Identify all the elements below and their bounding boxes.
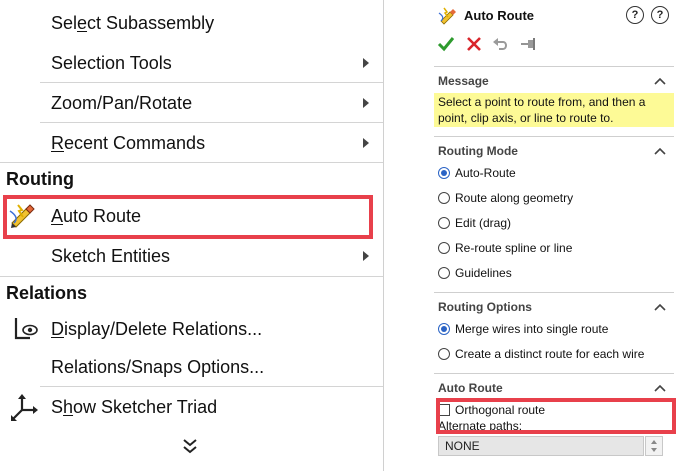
radio-dot[interactable] [438, 167, 450, 179]
radio-label: Edit (drag) [455, 216, 512, 230]
radio-label: Merge wires into single route [455, 322, 609, 336]
group-auto-route [434, 373, 674, 374]
radio-label: Auto-Route [455, 166, 516, 180]
menu-item-select-subassembly[interactable]: Select Subassembly [0, 4, 383, 42]
menu-item-zoom-pan-rotate[interactable]: Zoom/Pan/Rotate [0, 84, 383, 122]
auto-route-icon [9, 204, 35, 228]
section-header-relations: Relations [6, 283, 88, 303]
menu-item-label: Auto Route [51, 206, 142, 226]
cancel-x-icon[interactable] [466, 36, 482, 52]
property-manager-title: Auto Route [464, 8, 535, 23]
separator [40, 386, 383, 387]
radio-dot[interactable] [438, 217, 450, 229]
submenu-arrow-icon [363, 58, 369, 68]
menu-item-display-delete-relations[interactable]: Display/Delete Relations... [0, 310, 383, 348]
separator [0, 162, 383, 163]
group-routing-mode [434, 136, 674, 137]
radio-dot[interactable] [438, 267, 450, 279]
separator [0, 276, 383, 277]
group-message [434, 66, 674, 67]
group-routing-options [434, 292, 674, 293]
pushpin-icon[interactable] [520, 37, 538, 51]
radio-dot[interactable] [438, 323, 450, 335]
menu-item-label: Select Subassembly [51, 13, 215, 33]
alternate-paths-field[interactable]: NONE [438, 436, 644, 456]
group-title-message: Message [438, 74, 489, 88]
auto-route-icon [438, 7, 456, 25]
group-title-auto-route: Auto Route [438, 381, 503, 395]
group-title-routing-options: Routing Options [438, 300, 532, 314]
collapse-caret-icon[interactable] [654, 384, 666, 392]
menu-item-label: Zoom/Pan/Rotate [51, 93, 193, 113]
property-manager: Auto Route ? ? Message Select a point to… [434, 0, 678, 471]
menu-item-selection-tools[interactable]: Selection Tools [0, 44, 383, 82]
separator [40, 82, 383, 83]
alternate-paths-spinner[interactable] [645, 436, 663, 456]
menu-item-label: Display/Delete Relations... [51, 319, 263, 339]
radio-label: Create a distinct route for each wire [455, 347, 645, 361]
message-box: Select a point to route from, and then a… [434, 93, 674, 127]
separator [40, 122, 383, 123]
ok-checkmark-icon[interactable] [437, 35, 455, 53]
radio-label: Re-route spline or line [455, 241, 573, 255]
submenu-arrow-icon [363, 98, 369, 108]
collapse-caret-icon[interactable] [654, 303, 666, 311]
whats-new-help-icon[interactable]: ? [626, 6, 644, 24]
section-header-routing: Routing [6, 169, 74, 189]
menu-item-sketch-entities[interactable]: Sketch Entities [0, 237, 383, 275]
group-title-routing-mode: Routing Mode [438, 144, 518, 158]
help-icon[interactable]: ? [651, 6, 669, 24]
alternate-paths-label: Alternate paths: [438, 419, 523, 433]
menu-item-recent-commands[interactable]: Recent Commands [0, 124, 383, 162]
menu-item-label: Show Sketcher Triad [51, 397, 218, 417]
orthogonal-route-label: Orthogonal route [455, 403, 546, 417]
radio-dot[interactable] [438, 192, 450, 204]
submenu-arrow-icon [363, 138, 369, 148]
sketcher-triad-icon [11, 394, 38, 421]
menu-item-label: Sketch Entities [51, 246, 171, 266]
menu-item-label: Relations/Snaps Options... [51, 357, 265, 377]
double-chevron-down-icon[interactable] [180, 437, 200, 455]
context-menu: Select Subassembly Selection Tools Zoom/… [0, 0, 384, 471]
radio-dot[interactable] [438, 348, 450, 360]
menu-item-show-sketcher-triad[interactable]: Show Sketcher Triad [0, 388, 383, 426]
orthogonal-route-checkbox[interactable] [438, 404, 450, 416]
submenu-arrow-icon [363, 251, 369, 261]
radio-label: Guidelines [455, 266, 512, 280]
collapse-caret-icon[interactable] [654, 147, 666, 155]
menu-item-label: Selection Tools [51, 53, 172, 73]
menu-item-auto-route[interactable]: Auto Route [0, 197, 383, 235]
spin-down-icon[interactable] [651, 448, 657, 452]
menu-item-relations-snaps-options[interactable]: Relations/Snaps Options... [0, 348, 383, 386]
spin-up-icon[interactable] [651, 440, 657, 444]
collapse-caret-icon[interactable] [654, 77, 666, 85]
display-relations-icon [14, 318, 38, 340]
radio-label: Route along geometry [455, 191, 574, 205]
undo-icon[interactable] [492, 36, 510, 52]
radio-dot[interactable] [438, 242, 450, 254]
menu-item-label: Recent Commands [51, 133, 206, 153]
